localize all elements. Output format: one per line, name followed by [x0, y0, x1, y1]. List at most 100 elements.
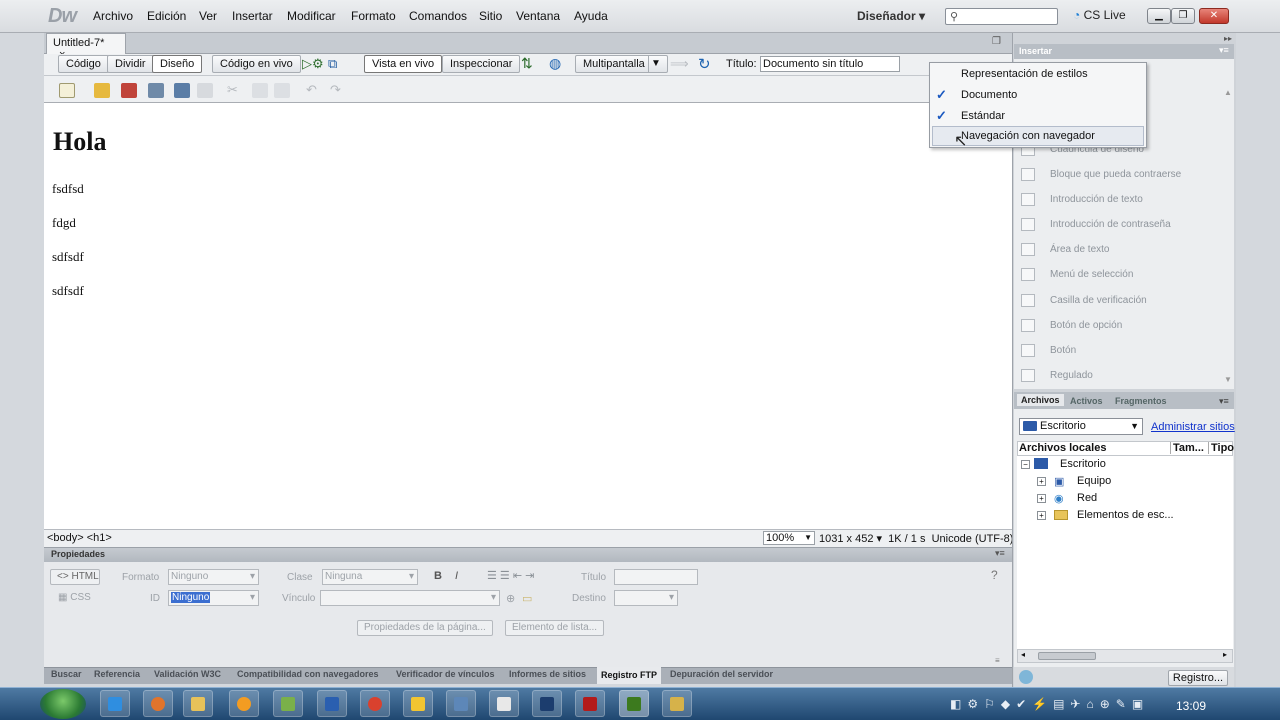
- tab-archivos[interactable]: Archivos: [1017, 394, 1064, 406]
- menu-edicion[interactable]: Edición: [147, 9, 186, 23]
- menu-item-browser-navigation[interactable]: Navegación con navegador: [961, 130, 1095, 142]
- scroll-right-icon[interactable]: ▸: [1223, 650, 1227, 659]
- tab-validacion-w3c[interactable]: Validación W3C: [154, 669, 221, 679]
- tab-registro-ftp[interactable]: Registro FTP: [597, 667, 662, 684]
- panel-menu-icon[interactable]: ▾≡: [1219, 396, 1229, 407]
- expand-icon[interactable]: +: [1037, 494, 1046, 503]
- manage-sites-link[interactable]: Administrar sitios: [1151, 421, 1235, 433]
- explorer-app-icon[interactable]: [183, 690, 213, 717]
- save-all-icon[interactable]: [174, 83, 190, 98]
- scroll-left-icon[interactable]: ◂: [1021, 650, 1025, 659]
- tab-fragmentos[interactable]: Fragmentos: [1115, 396, 1167, 406]
- menu-item-document[interactable]: Documento: [961, 89, 1017, 101]
- zoom-select[interactable]: 100% ▼: [763, 531, 815, 545]
- new-file-icon[interactable]: [59, 83, 75, 98]
- help-search-input[interactable]: ⚲: [945, 8, 1058, 25]
- restore-document-icon[interactable]: ❐: [992, 36, 1001, 47]
- notes-app-icon[interactable]: [403, 690, 433, 717]
- live-view-button[interactable]: Vista en vivo: [364, 55, 443, 73]
- ie-app-icon[interactable]: [100, 690, 130, 717]
- italic-button[interactable]: I: [455, 570, 458, 582]
- help-icon[interactable]: ?: [991, 568, 998, 582]
- insert-item-textarea[interactable]: Área de texto: [1050, 244, 1109, 255]
- cut-icon[interactable]: ✂: [227, 82, 238, 98]
- class-select[interactable]: Ninguna ▾: [322, 569, 418, 585]
- firefox-app-icon[interactable]: [143, 690, 173, 717]
- list-item-button[interactable]: Elemento de lista...: [505, 620, 605, 636]
- collapse-panel-icon[interactable]: ▸▸: [1224, 34, 1232, 43]
- menu-insertar[interactable]: Insertar: [232, 9, 273, 23]
- design-view[interactable]: [44, 103, 1012, 529]
- inspect-arrows-icon[interactable]: ▷⚙: [302, 56, 324, 72]
- menu-item-standard[interactable]: Estándar: [961, 110, 1005, 122]
- scroll-down-icon[interactable]: ▼: [1224, 375, 1232, 384]
- insert-item-slider[interactable]: Regulado: [1050, 370, 1093, 381]
- tab-buscar[interactable]: Buscar: [51, 669, 82, 679]
- tree-node-equipo[interactable]: Equipo: [1077, 475, 1111, 487]
- page-properties-button[interactable]: Propiedades de la página...: [357, 620, 493, 636]
- tab-verificador-vinculos[interactable]: Verificador de vínculos: [396, 669, 495, 679]
- menu-ventana[interactable]: Ventana: [516, 9, 560, 23]
- browse-bridge-icon[interactable]: [121, 83, 137, 98]
- undo-icon[interactable]: ↶: [306, 82, 317, 98]
- code-view-button[interactable]: Código: [58, 55, 109, 73]
- maximize-button[interactable]: ❐: [1171, 8, 1195, 24]
- tab-referencia[interactable]: Referencia: [94, 669, 140, 679]
- design-view-button[interactable]: Diseño: [152, 55, 203, 73]
- check-browser-icon[interactable]: ⟹: [670, 56, 689, 72]
- menu-archivo[interactable]: Archivo: [93, 9, 133, 23]
- menu-ayuda[interactable]: Ayuda: [574, 9, 608, 23]
- clock[interactable]: 13:09: [1176, 699, 1206, 713]
- tab-activos[interactable]: Activos: [1070, 396, 1103, 406]
- insert-item-checkbox[interactable]: Casilla de verificación: [1050, 295, 1147, 306]
- target-select[interactable]: ▾: [614, 590, 678, 606]
- log-button[interactable]: Registro...: [1168, 670, 1228, 686]
- menu-formato[interactable]: Formato: [351, 9, 396, 23]
- panel-menu-icon[interactable]: ▾≡: [1219, 45, 1229, 56]
- tree-node-escritorio[interactable]: Escritorio: [1060, 458, 1106, 470]
- workspace-switcher[interactable]: Diseñador ▾: [857, 9, 925, 23]
- flash-app-icon[interactable]: [575, 690, 605, 717]
- photoshop-app-icon[interactable]: [532, 690, 562, 717]
- column-size[interactable]: Tam...: [1170, 442, 1204, 454]
- scrollbar-thumb[interactable]: [1038, 652, 1096, 660]
- title-input[interactable]: Documento sin título: [760, 56, 900, 72]
- menu-item-style-rendering[interactable]: Representación de estilos: [961, 68, 1088, 80]
- split-view-button[interactable]: Dividir: [107, 55, 154, 73]
- menu-ver[interactable]: Ver: [199, 9, 217, 23]
- id-select[interactable]: Ninguno ▾: [168, 590, 259, 606]
- insert-item-select[interactable]: Menú de selección: [1050, 269, 1133, 280]
- globe-icon[interactable]: ◍: [549, 55, 561, 72]
- open-folder-icon[interactable]: [94, 83, 110, 98]
- site-select[interactable]: Escritorio ▼: [1019, 418, 1143, 435]
- tab-informes-sitios[interactable]: Informes de sitios: [509, 669, 586, 679]
- menu-comandos[interactable]: Comandos: [409, 9, 467, 23]
- tab-depuracion-servidor[interactable]: Depuración del servidor: [670, 669, 773, 679]
- insert-item-collapsible[interactable]: Bloque que pueda contraerse: [1050, 169, 1181, 180]
- tag-selector[interactable]: <body> <h1>: [47, 532, 112, 544]
- live-code-button[interactable]: Código en vivo: [212, 55, 301, 73]
- close-button[interactable]: ✕: [1199, 8, 1229, 24]
- save-icon[interactable]: [148, 83, 164, 98]
- copy-icon[interactable]: [252, 83, 268, 98]
- scroll-up-icon[interactable]: ▲: [1224, 88, 1232, 97]
- word-app-icon[interactable]: [317, 690, 347, 717]
- file-transfer-icon[interactable]: ⇅: [521, 55, 533, 72]
- document-app-icon[interactable]: [489, 690, 519, 717]
- column-local-files[interactable]: Archivos locales: [1019, 442, 1106, 454]
- redo-icon[interactable]: ↷: [330, 82, 341, 98]
- html-mode-button[interactable]: <> HTML: [50, 569, 100, 585]
- document-tab[interactable]: Untitled-7* ×: [46, 33, 126, 61]
- browse-folder-icon[interactable]: ▭: [522, 592, 532, 605]
- tree-node-elementos[interactable]: Elementos de esc...: [1077, 509, 1174, 521]
- tab-compatibilidad[interactable]: Compatibilidad con navegadores: [237, 669, 379, 679]
- column-type[interactable]: Tipo: [1208, 442, 1234, 454]
- minimize-button[interactable]: ▁: [1147, 8, 1171, 24]
- expand-icon[interactable]: +: [1037, 477, 1046, 486]
- inspect-button[interactable]: Inspeccionar: [442, 55, 521, 73]
- cs-live-button[interactable]: ◔ CS Live: [1073, 8, 1126, 22]
- chrome-app-icon[interactable]: [360, 690, 390, 717]
- connect-status-icon[interactable]: [1019, 670, 1033, 684]
- tree-node-red[interactable]: Red: [1077, 492, 1097, 504]
- chevron-down-icon[interactable]: ▼: [648, 56, 663, 73]
